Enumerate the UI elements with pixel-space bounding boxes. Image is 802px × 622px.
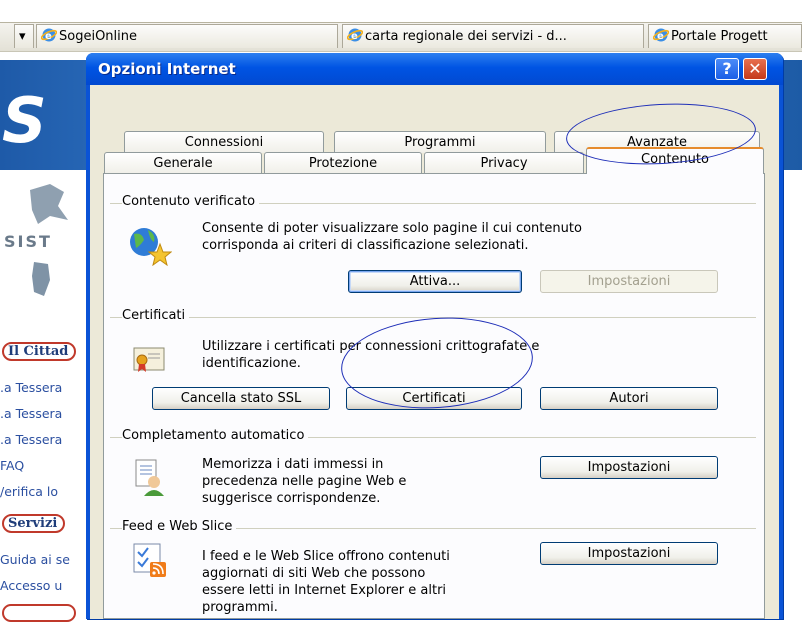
feeds-icon bbox=[133, 543, 166, 577]
group-label-autocomplete: Completamento automatico bbox=[122, 428, 309, 443]
internet-options-dialog: Opzioni Internet ? ✕ Connessioni Program… bbox=[86, 53, 783, 619]
feeds-settings-button[interactable]: Impostazioni bbox=[540, 542, 718, 565]
tab-list-dropdown[interactable]: ▾ bbox=[14, 24, 34, 48]
italy-map-icon bbox=[30, 184, 68, 224]
feeds-description-2: aggiornati di siti Web che possono bbox=[202, 566, 426, 581]
feeds-description-4: programmi. bbox=[202, 600, 278, 615]
browser-tab-sogeionline[interactable]: e SogeiOnline bbox=[36, 24, 338, 48]
dialog-client-area: Connessioni Programmi Avanzate Generale … bbox=[90, 85, 779, 619]
content-advisor-description-2: corrisponda ai criteri di classificazion… bbox=[202, 238, 529, 253]
tab-generale[interactable]: Generale bbox=[104, 152, 262, 174]
svg-text:e: e bbox=[657, 31, 664, 42]
site-logo: S bbox=[2, 84, 47, 157]
dialog-titlebar[interactable]: Opzioni Internet ? ✕ bbox=[86, 53, 783, 85]
side-link[interactable]: .a Tessera bbox=[0, 432, 62, 447]
section-partial bbox=[2, 604, 76, 622]
ie-icon: e bbox=[652, 27, 670, 43]
certificates-description-2: identificazione. bbox=[202, 356, 301, 371]
browser-tab-portale[interactable]: e Portale Progett bbox=[648, 24, 802, 48]
ie-icon: e bbox=[40, 27, 58, 43]
content-advisor-icon bbox=[130, 228, 172, 266]
group-label-certificates: Certificati bbox=[122, 308, 190, 323]
close-button[interactable]: ✕ bbox=[743, 58, 767, 80]
ie-icon: e bbox=[346, 27, 364, 43]
tab-connessioni[interactable]: Connessioni bbox=[124, 131, 324, 153]
browser-tab-label: carta regionale dei servizi - d... bbox=[365, 29, 567, 44]
autocomplete-description-3: suggerisce corrispondenze. bbox=[202, 491, 381, 506]
autocomplete-icon bbox=[135, 459, 164, 496]
section-cittadino[interactable]: Il Cittad bbox=[2, 342, 77, 361]
publishers-button[interactable]: Autori bbox=[540, 387, 718, 410]
feeds-description-3: essere letti in Internet Explorer e altr… bbox=[202, 583, 447, 598]
dialog-title: Opzioni Internet bbox=[98, 60, 236, 78]
svg-text:e: e bbox=[45, 31, 52, 42]
tab-programmi[interactable]: Programmi bbox=[334, 131, 546, 153]
autocomplete-settings-button[interactable]: Impostazioni bbox=[540, 456, 718, 479]
certificates-button[interactable]: Certificati bbox=[346, 387, 522, 410]
tab-protezione[interactable]: Protezione bbox=[264, 152, 422, 174]
side-link[interactable]: /erifica lo bbox=[0, 484, 58, 499]
side-link[interactable]: FAQ bbox=[0, 458, 24, 473]
certificates-description-1: Utilizzare i certificati per connessioni… bbox=[202, 339, 540, 354]
side-link[interactable]: .a Tessera bbox=[0, 380, 62, 395]
help-button[interactable]: ? bbox=[715, 58, 739, 80]
browser-tab-carta-regionale[interactable]: e carta regionale dei servizi - d... bbox=[342, 24, 644, 48]
sardinia-map-icon bbox=[32, 262, 50, 296]
autocomplete-description-1: Memorizza i dati immessi in bbox=[202, 457, 384, 472]
side-link[interactable]: .a Tessera bbox=[0, 406, 62, 421]
content-advisor-settings-button[interactable]: Impostazioni bbox=[540, 270, 718, 293]
browser-tab-label: Portale Progett bbox=[671, 29, 768, 44]
svg-text:e: e bbox=[351, 31, 358, 42]
section-servizi[interactable]: Servizi bbox=[2, 514, 66, 533]
group-label-feeds: Feed e Web Slice bbox=[122, 519, 237, 534]
tab-privacy[interactable]: Privacy bbox=[424, 152, 584, 174]
side-link[interactable]: Accesso u bbox=[0, 578, 62, 593]
group-separator bbox=[110, 317, 756, 318]
contenuto-tab-panel: Contenuto verificato Consente di poter v… bbox=[103, 173, 765, 619]
tab-contenuto[interactable]: Contenuto bbox=[586, 147, 764, 174]
content-advisor-description-1: Consente di poter visualizzare solo pagi… bbox=[202, 221, 582, 236]
group-label-content-advisor: Contenuto verificato bbox=[122, 194, 260, 209]
autocomplete-description-2: precedenza nelle pagine Web e bbox=[202, 474, 407, 489]
browser-tab-label: SogeiOnline bbox=[59, 29, 137, 44]
enable-content-advisor-button[interactable]: Attiva... bbox=[348, 270, 522, 293]
feeds-description-1: I feed e le Web Slice offrono contenuti bbox=[202, 549, 450, 564]
certificate-icon bbox=[133, 347, 165, 372]
site-name-fragment: SIST bbox=[4, 232, 52, 251]
side-link[interactable]: Guida ai se bbox=[0, 552, 70, 567]
clear-ssl-state-button[interactable]: Cancella stato SSL bbox=[152, 387, 330, 410]
